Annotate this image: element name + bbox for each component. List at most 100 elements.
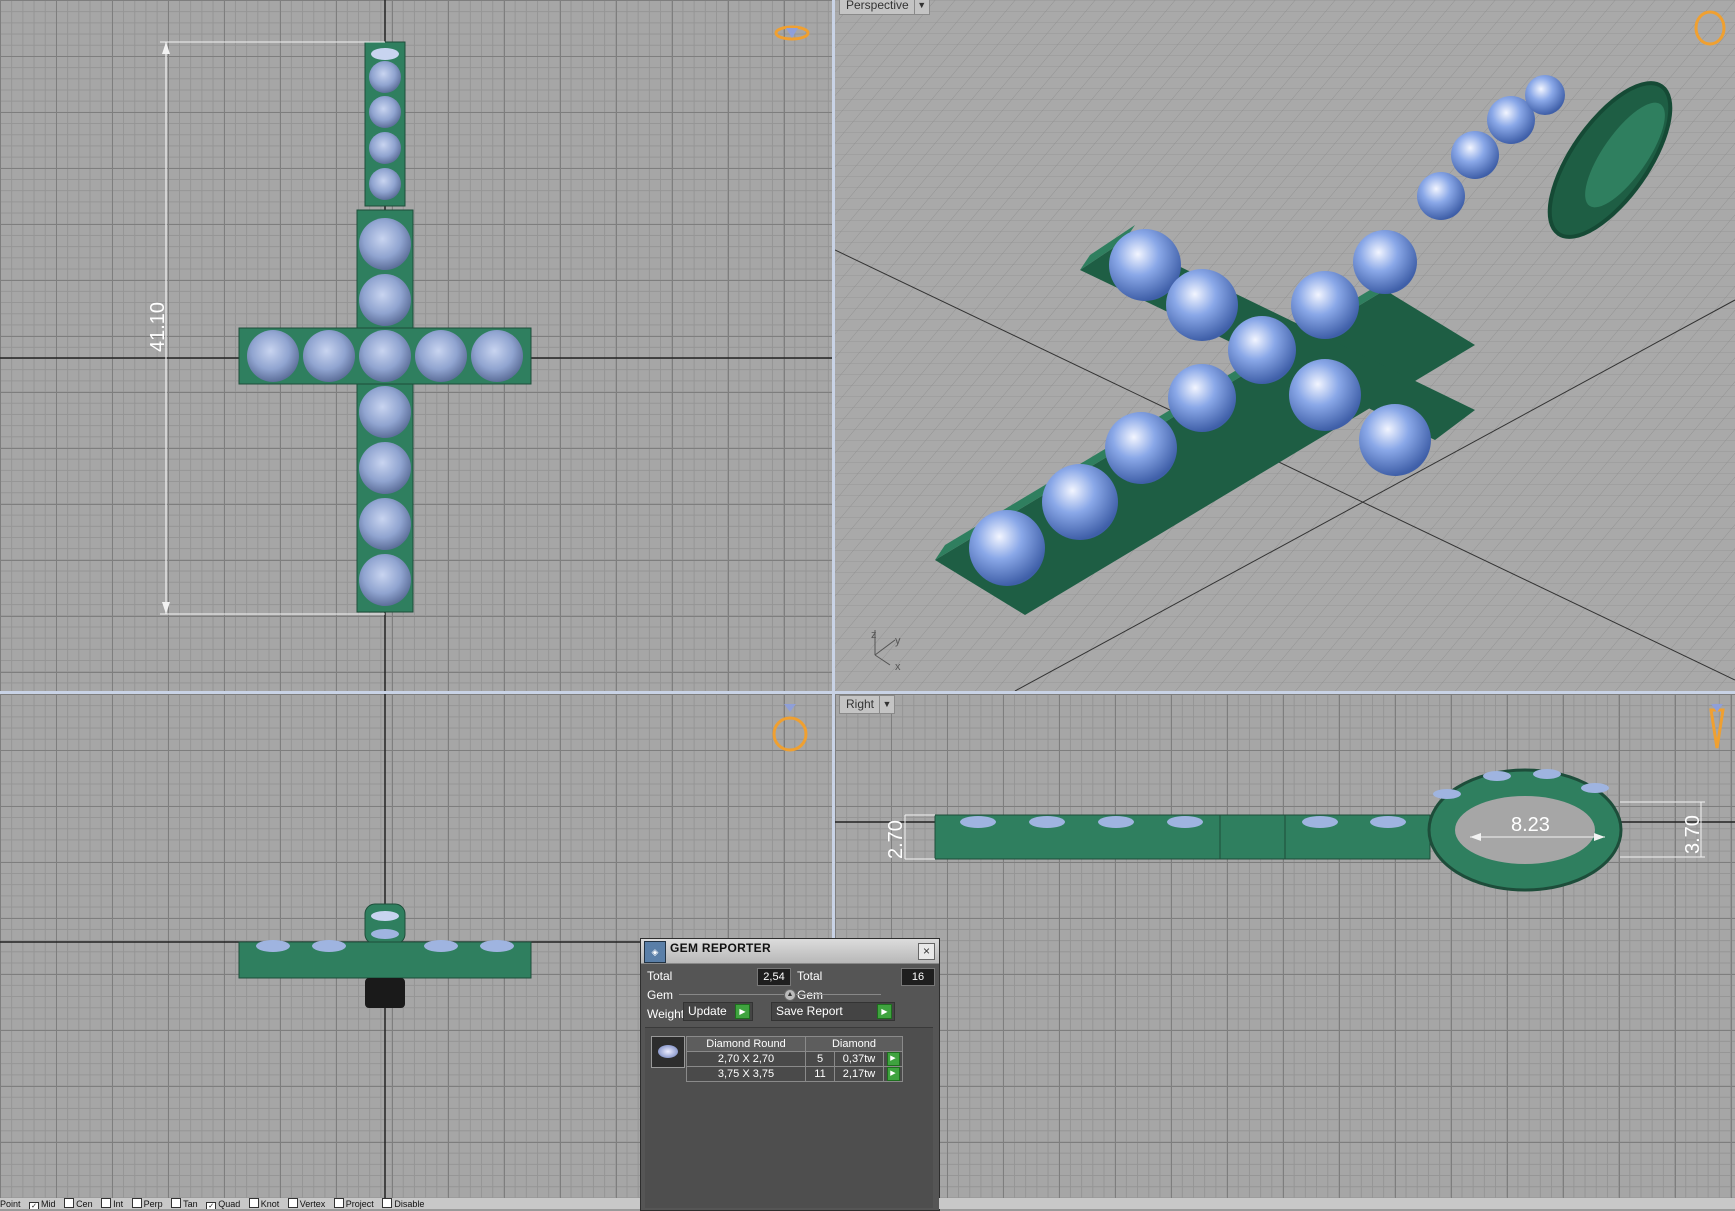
osnap-knot[interactable]: Knot [248,1198,279,1209]
viewport-label-right[interactable]: Right ▼ [839,695,896,714]
checkbox-icon[interactable] [333,1198,344,1208]
right-view-model: 2.70 8.23 3.70 [835,704,1735,892]
play-arrow-icon: ▶ [877,1004,892,1019]
table-header: Diamond [805,1036,903,1052]
viewport-label-perspective[interactable]: Perspective ▼ [839,0,930,15]
chevron-down-icon[interactable]: ▼ [879,696,894,713]
update-button[interactable]: Update ▶ [683,1002,753,1021]
osnap-disable[interactable]: Disable [382,1198,424,1209]
axis-x-label: x [895,661,901,673]
gem-large [415,330,467,382]
gem-count-cell: 11 [805,1066,835,1082]
diamond-gem-icon [651,1036,685,1068]
gem-reporter-titlebar[interactable]: ◈ GEM REPORTER × [641,939,939,964]
gem-large [359,442,411,494]
gem-large [359,218,411,270]
gem-large [471,330,523,382]
osnap-point[interactable]: Point [0,1199,21,1209]
osnap-status-bar: Point ✓ Mid Cen Int Perp Tan ✓ Quad Knot V… [0,1198,640,1209]
section-separator [679,994,881,995]
gem-table: Diamond Round Diamond 2,70 X 2,70 5 0,37… [686,1036,903,1082]
gem-small [369,132,401,164]
gem-large [1105,412,1177,484]
checkbox-icon[interactable] [287,1198,298,1208]
gem-small [1525,75,1565,115]
osnap-mid[interactable]: ✓ Mid [29,1199,56,1209]
ring-orientation-icon [1709,708,1725,749]
gem-large [303,330,355,382]
dimension-loop-label: 8.23 [1511,814,1550,836]
viewport-divider-horizontal[interactable] [0,691,1735,694]
axis-z-label: z [871,629,877,641]
gem-large [1042,464,1118,540]
osnap-vertex[interactable]: Vertex [287,1198,325,1209]
gem-small [369,96,401,128]
gem-reporter-app-icon: ◈ [644,941,666,963]
checkbox-icon[interactable] [101,1198,112,1208]
checkbox-icon[interactable] [382,1198,393,1208]
gem-small [1451,131,1499,179]
close-icon[interactable]: × [918,943,935,960]
row-select-button[interactable]: ▶ [883,1066,903,1082]
dimension-label: 41.10 [147,302,169,352]
viewport-top[interactable]: 41.10 [0,0,832,691]
checkbox-icon[interactable] [248,1198,259,1208]
save-report-button[interactable]: Save Report ▶ [771,1002,895,1021]
checkbox-checked-icon[interactable]: ✓ [29,1202,40,1209]
checkbox-icon[interactable] [171,1198,182,1208]
bail-bottom [365,978,405,1008]
gem-small [1417,172,1465,220]
gem-small [371,48,399,60]
osnap-cen[interactable]: Cen [64,1198,93,1209]
gem-large [1228,316,1296,384]
total-count-label: Total Gem Count [797,969,829,1021]
collapse-toggle-icon[interactable]: ▲ [784,989,796,1001]
gem-small [369,61,401,93]
play-arrow-icon: ▶ [886,1052,900,1066]
table-header: Diamond Round [686,1036,806,1052]
gem-large [247,330,299,382]
gem-large [359,386,411,438]
chevron-down-icon[interactable]: ▼ [913,0,929,14]
gem-small [369,168,401,200]
play-arrow-icon: ▶ [886,1067,900,1081]
table-row[interactable]: 2,70 X 2,70 5 0,37tw ▶ [686,1051,903,1067]
table-row[interactable]: 3,75 X 3,75 11 2,17tw ▶ [686,1066,903,1082]
gem-large [359,554,411,606]
gem-large [1353,230,1417,294]
gem-reporter-panel: ◈ GEM REPORTER × Total Gem Weight 2,54 T… [640,938,940,1211]
checkbox-icon[interactable] [131,1198,142,1208]
axis-y-label: y [895,635,901,647]
top-view-model: 41.10 [0,0,832,691]
gem-count-cell: 5 [805,1051,835,1067]
viewport-perspective[interactable]: z y x Perspective ▼ [835,0,1735,691]
osnap-project[interactable]: Project [333,1198,374,1209]
gem-large [1289,359,1361,431]
perspective-view-model: z y x [835,0,1735,691]
gem-large [1359,404,1431,476]
osnap-tan[interactable]: Tan [171,1198,198,1209]
update-button-label: Update [688,1004,727,1018]
row-select-button[interactable]: ▶ [883,1051,903,1067]
gem-weight-cell: 0,37tw [834,1051,884,1067]
checkbox-checked-icon[interactable]: ✓ [206,1202,217,1209]
gem-large [359,274,411,326]
play-arrow-icon: ▶ [735,1004,750,1019]
gem-list-area: Diamond Round Diamond 2,70 X 2,70 5 0,37… [645,1027,933,1208]
osnap-quad[interactable]: ✓ Quad [206,1199,240,1209]
gem-size-cell: 3,75 X 3,75 [686,1066,806,1082]
ring-orientation-icon [772,716,808,752]
gem-large [1291,271,1359,339]
gem-large [969,510,1045,586]
status-bar-right [939,1198,1735,1209]
gem-large [359,330,411,382]
osnap-perp[interactable]: Perp [131,1198,163,1209]
save-report-button-label: Save Report [776,1004,843,1018]
gem-large [359,498,411,550]
dimension-left-label: 2.70 [885,820,907,859]
checkbox-icon[interactable] [64,1198,75,1208]
viewport-label-text: Right [846,697,875,711]
viewport-right[interactable]: 2.70 8.23 3.70 Right ▼ [835,694,1735,1209]
total-count-value: 16 [901,968,935,986]
osnap-int[interactable]: Int [101,1198,123,1209]
